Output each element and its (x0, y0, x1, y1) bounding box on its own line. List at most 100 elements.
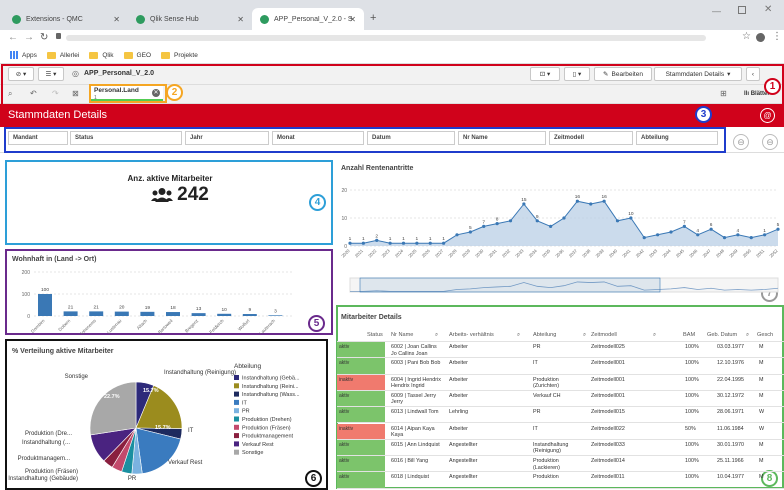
table-cell-geb-datum: 12.10.1976 (717, 360, 744, 367)
search-icon[interactable]: ⌕ (517, 332, 520, 339)
x-tick-label: 2041 (621, 248, 632, 259)
table-cell-bam: 100% (685, 474, 699, 481)
table-cell-bam: 100% (685, 458, 699, 465)
data-label: 5 (777, 222, 780, 228)
column-header-geb-datum[interactable]: Geb. Datum (707, 332, 737, 339)
table-row[interactable]: aktiv 6002 | Joan Callins Jo Callins Joan… (337, 342, 784, 359)
more-menu-icon[interactable]: ⋮ (772, 31, 782, 42)
data-label: 7 (683, 219, 686, 225)
search-icon[interactable]: ⌕ (746, 332, 749, 339)
table-cell-abteilung: IT (533, 360, 538, 367)
browser-tab-active[interactable]: APP_Personal_V_2.0 - Stammdat ✕ (252, 8, 364, 30)
table-cell-status: aktiv (337, 390, 385, 407)
address-bar-row: ← → ↻ ☆ ⋮ (0, 30, 784, 47)
profile-icon[interactable] (756, 33, 765, 42)
reload-icon[interactable]: ↻ (40, 32, 48, 43)
url-field[interactable] (66, 35, 706, 41)
data-point (562, 216, 566, 220)
table-cell-verhaeltnis: Angestellter (449, 441, 478, 448)
bookmark-apps[interactable]: Apps (10, 51, 37, 59)
x-tick-label: 2027 (434, 248, 445, 259)
folder-icon (123, 51, 133, 59)
table-cell-abteilung: PR (533, 344, 541, 350)
details-table: Status Nr Name ⌕ Arbeits- verhältnis ⌕ A… (337, 328, 784, 490)
annotation-badge: 3 (695, 106, 712, 123)
column-header-bam[interactable]: BAM (683, 332, 695, 339)
x-tick-label: 2024 (394, 248, 405, 259)
bar-value-label: 3 (274, 308, 277, 314)
table-cell-geschlecht: M (759, 392, 764, 399)
search-icon[interactable]: ⌕ (435, 332, 438, 339)
search-icon[interactable]: ⌕ (653, 332, 656, 339)
browser-tab-title: Qlik Sense Hub (150, 15, 199, 23)
data-point (669, 230, 673, 234)
bookmark-folder[interactable]: Projekte (161, 51, 198, 59)
close-window-icon[interactable]: ✕ (764, 4, 772, 15)
table-cell-name: 6013 | Lindwall Tom (391, 409, 439, 416)
table-cell-status: inaktiv (337, 374, 385, 390)
x-tick-label: Lustenau (106, 318, 123, 334)
data-point (589, 202, 593, 206)
data-label: 1 (763, 228, 766, 234)
bar-value-label: 13 (196, 306, 202, 312)
bar (140, 311, 155, 316)
table-cell-abteilung: Produktion (533, 474, 559, 481)
table-cell-bam: 100% (685, 409, 699, 416)
table-cell-geschlecht: M (759, 360, 764, 367)
browser-tab[interactable]: Qlik Sense Hub ✕ (128, 8, 252, 30)
column-header-name[interactable]: Nr Name (391, 332, 413, 339)
bookmark-folder[interactable]: Allerlei (46, 51, 79, 59)
search-icon[interactable]: ⌕ (583, 332, 586, 339)
column-header-zeitmodell[interactable]: Zeitmodell (591, 332, 617, 339)
new-tab-button[interactable]: + (370, 12, 376, 24)
table-row[interactable]: inaktiv 6004 | Ingrid Hendrix Hendrix Ing… (337, 374, 784, 391)
close-tab-icon[interactable]: ✕ (349, 15, 356, 24)
x-tick-label: 2020 (340, 248, 351, 259)
wohnhaft-bar-chart: 200 100 0 100 Dornbirn 21 Dobern 21 Hohenems 20 Lu… (22, 270, 293, 334)
forward-icon[interactable]: → (24, 32, 34, 43)
bookmark-folder[interactable]: GEO (123, 51, 151, 59)
table-row[interactable]: aktiv 6016 | Bill Yang Angestellter Produkt… (337, 456, 784, 473)
bar-value-label: 21 (94, 304, 100, 310)
previous-page-icon[interactable]: ⊖ (733, 134, 749, 150)
legend-label: Instandhaltung (Gebä... (242, 376, 300, 382)
table-cell-bam: 100% (685, 441, 699, 448)
table-row[interactable]: aktiv 6009 | Tassel Jerry Jerry Arbeiter Ve… (337, 390, 784, 408)
x-tick-label: 2044 (661, 248, 672, 259)
annotation-box-selection (89, 84, 167, 103)
table-cell-abteilung: Instandhaltung (Reinigung) (533, 441, 569, 455)
minimize-icon[interactable]: — (712, 6, 721, 16)
bar (63, 311, 78, 316)
table-cell-geb-datum: 22.04.1995 (717, 376, 744, 383)
bookmark-folder[interactable]: Qlik (89, 51, 114, 59)
column-header-abteilung[interactable]: Abteilung (533, 332, 556, 339)
bookmark-star-icon[interactable]: ☆ (742, 31, 751, 42)
x-tick-label: 2032 (501, 248, 512, 259)
x-tick-label: Wolfurt (237, 318, 251, 332)
close-tab-icon[interactable]: ✕ (237, 15, 244, 24)
next-page-icon[interactable]: ⊖ (762, 134, 778, 150)
table-row[interactable]: aktiv 6013 | Lindwall Tom Lehrling PR Zeitmo… (337, 407, 784, 424)
table-row[interactable]: aktiv 6015 | Ann Lindquist Angestellter Ins… (337, 439, 784, 457)
table-row[interactable]: inaktiv 6014 | Aipan Kaya Kaya Arbeiter IT Z… (337, 423, 784, 440)
table-cell-name: 6003 | Pani Bob Bob (391, 360, 441, 367)
back-icon[interactable]: ← (8, 32, 18, 43)
column-header-verhaeltnis[interactable]: Arbeits- verhältnis (449, 332, 494, 339)
table-cell-bam: 50% (685, 425, 696, 432)
x-tick-label: 2039 (595, 248, 606, 259)
table-row[interactable]: aktiv 6003 | Pani Bob Bob Arbeiter IT Zeitmo… (337, 358, 784, 375)
close-tab-icon[interactable]: ✕ (113, 15, 120, 24)
table-cell-geschlecht: W (759, 425, 765, 432)
legend-swatch (234, 408, 239, 414)
maximize-icon[interactable] (738, 6, 746, 14)
table-row[interactable]: aktiv 6018 | Lindquist Angestellter Produkt… (337, 472, 784, 489)
table-cell-verhaeltnis: Angestellter (449, 474, 478, 481)
column-header-status[interactable]: Status (367, 332, 383, 339)
table-cell-geb-datum: 03.03.1977 (717, 344, 744, 350)
pie-pct-label: 15.7% (155, 425, 171, 431)
legend-label: Produktmanagement (242, 434, 294, 440)
overview-window (359, 277, 661, 293)
browser-tab[interactable]: Extensions - QMC ✕ (4, 8, 128, 30)
column-header-geschlecht[interactable]: Gesch (757, 332, 773, 339)
y-tick-label: 10 (341, 216, 347, 222)
